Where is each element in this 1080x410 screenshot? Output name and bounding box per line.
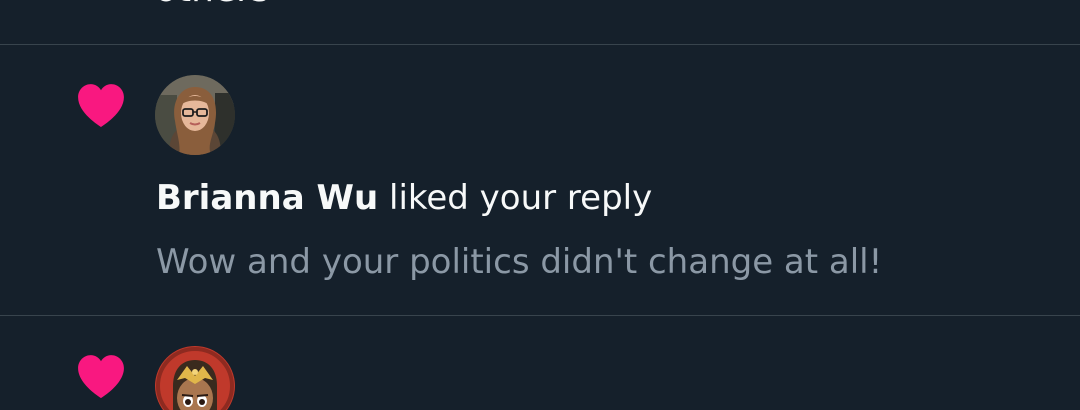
notification-title: Brianna Wu liked your reply [156, 178, 652, 218]
reply-snippet[interactable]: Wow and your politics didn't change at a… [156, 242, 882, 282]
avatar[interactable] [155, 346, 235, 410]
heart-icon [78, 355, 124, 399]
heart-icon [78, 84, 124, 128]
notification-action: liked your reply [389, 178, 653, 218]
avatar-illustration [155, 346, 235, 410]
notifications-feed: others Brianna Wu lik [0, 0, 1080, 410]
avatar-photo [155, 75, 235, 155]
avatar[interactable] [155, 75, 235, 155]
actor-name[interactable]: Brianna Wu [156, 178, 378, 218]
notification-item[interactable] [0, 316, 1080, 410]
notification-item[interactable]: Brianna Wu liked your reply Wow and your… [0, 45, 1080, 315]
previous-notification-text: others [155, 0, 270, 8]
